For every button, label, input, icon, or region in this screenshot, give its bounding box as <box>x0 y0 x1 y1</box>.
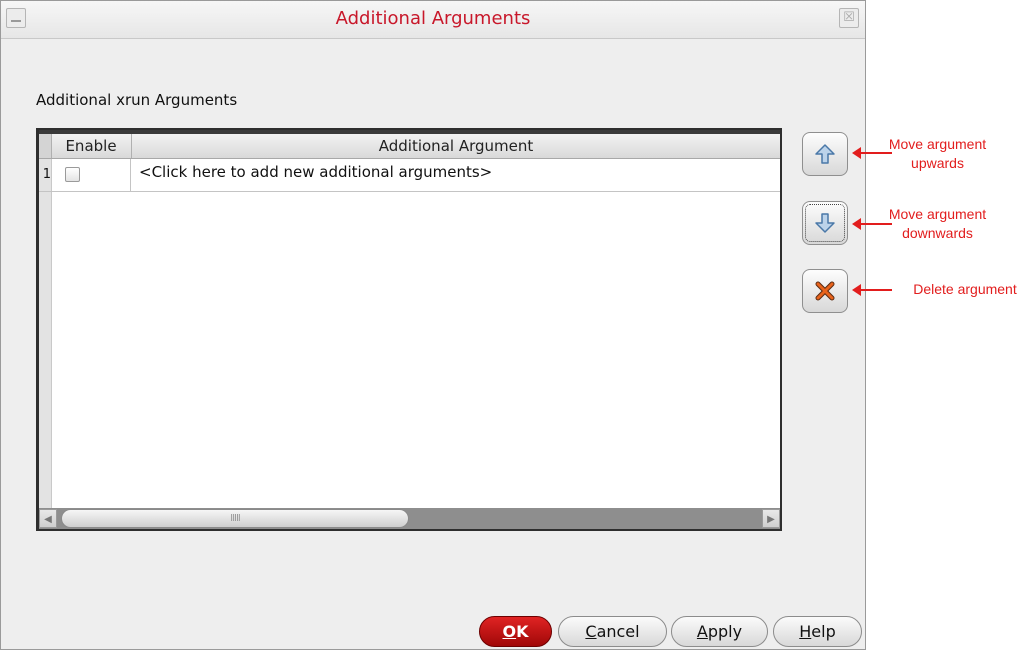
table-row[interactable]: 1 <Click here to add new additional argu… <box>39 159 780 192</box>
move-down-button[interactable] <box>802 201 848 245</box>
annotation-move-up-line2: upwards <box>911 155 964 171</box>
help-mnemonic: H <box>799 622 812 641</box>
help-label: elp <box>811 622 836 641</box>
additional-arguments-dialog: Additional Arguments ☒ Additional xrun A… <box>0 0 866 650</box>
table-header: Enable Additional Argument <box>39 134 780 159</box>
scroll-right-button[interactable]: ▶ <box>762 509 780 528</box>
apply-label: pply <box>707 622 743 641</box>
arrow-down-icon <box>815 213 835 233</box>
close-window-button[interactable]: ☒ <box>839 8 859 28</box>
enable-cell <box>51 159 131 191</box>
row-number-column <box>39 159 52 508</box>
ok-mnemonic: O <box>502 622 517 641</box>
help-button[interactable]: Help <box>773 616 862 647</box>
annotation-move-down: Move argument downwards <box>880 205 995 243</box>
title-bar: Additional Arguments ☒ <box>1 1 865 39</box>
apply-mnemonic: A <box>696 622 708 641</box>
enable-checkbox[interactable] <box>65 167 80 182</box>
column-header-additional-argument[interactable]: Additional Argument <box>132 134 780 158</box>
ok-button[interactable]: OK <box>479 616 552 647</box>
row-number: 1 <box>42 167 51 182</box>
delete-button[interactable] <box>802 269 848 313</box>
annotation-move-up-line1: Move argument <box>888 136 987 152</box>
scrollbar-thumb[interactable]: IIIII <box>61 509 409 528</box>
cancel-mnemonic: C <box>585 622 597 641</box>
window-title: Additional Arguments <box>335 8 531 29</box>
arrow-up-icon <box>815 144 835 164</box>
annotation-arrow-delete <box>852 284 892 296</box>
delete-x-icon <box>815 281 835 301</box>
scroll-left-button[interactable]: ◀ <box>39 509 57 528</box>
arguments-table: Enable Additional Argument 1 <Click here… <box>36 128 782 531</box>
annotation-move-down-line2: downwards <box>902 225 973 241</box>
annotation-move-down-line1: Move argument <box>888 206 987 222</box>
cancel-button[interactable]: Cancel <box>558 616 667 647</box>
ok-label: K <box>516 622 529 641</box>
horizontal-scrollbar[interactable]: ◀ IIIII ▶ <box>39 508 780 529</box>
apply-button[interactable]: Apply <box>671 616 768 647</box>
section-label: Additional xrun Arguments <box>36 91 238 109</box>
add-argument-cell[interactable]: <Click here to add new additional argume… <box>139 159 492 191</box>
annotation-delete: Delete argument <box>913 281 1017 297</box>
cancel-label: ancel <box>596 622 640 641</box>
annotation-move-up: Move argument upwards <box>880 135 995 173</box>
move-up-button[interactable] <box>802 132 848 176</box>
column-header-enable[interactable]: Enable <box>51 134 132 158</box>
